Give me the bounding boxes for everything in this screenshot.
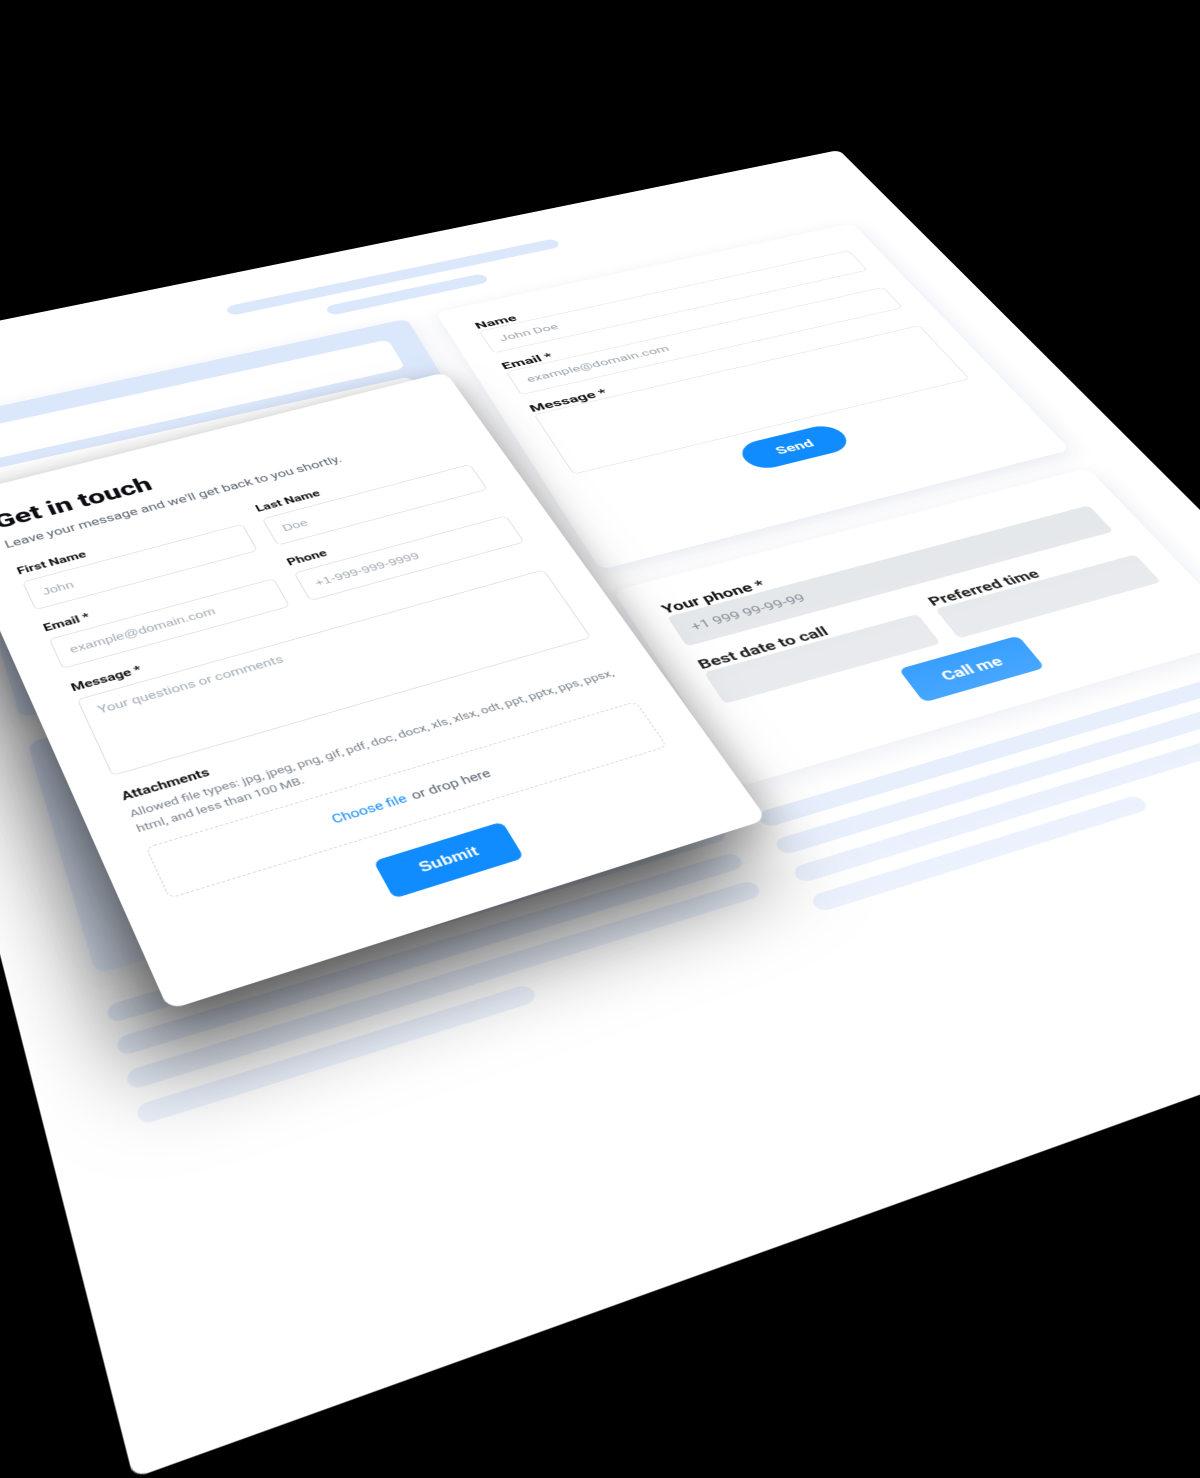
submit-button[interactable]: Submit — [374, 822, 525, 899]
drop-here-text: or drop here — [408, 766, 494, 803]
choose-file-link[interactable]: Choose file — [329, 791, 410, 826]
